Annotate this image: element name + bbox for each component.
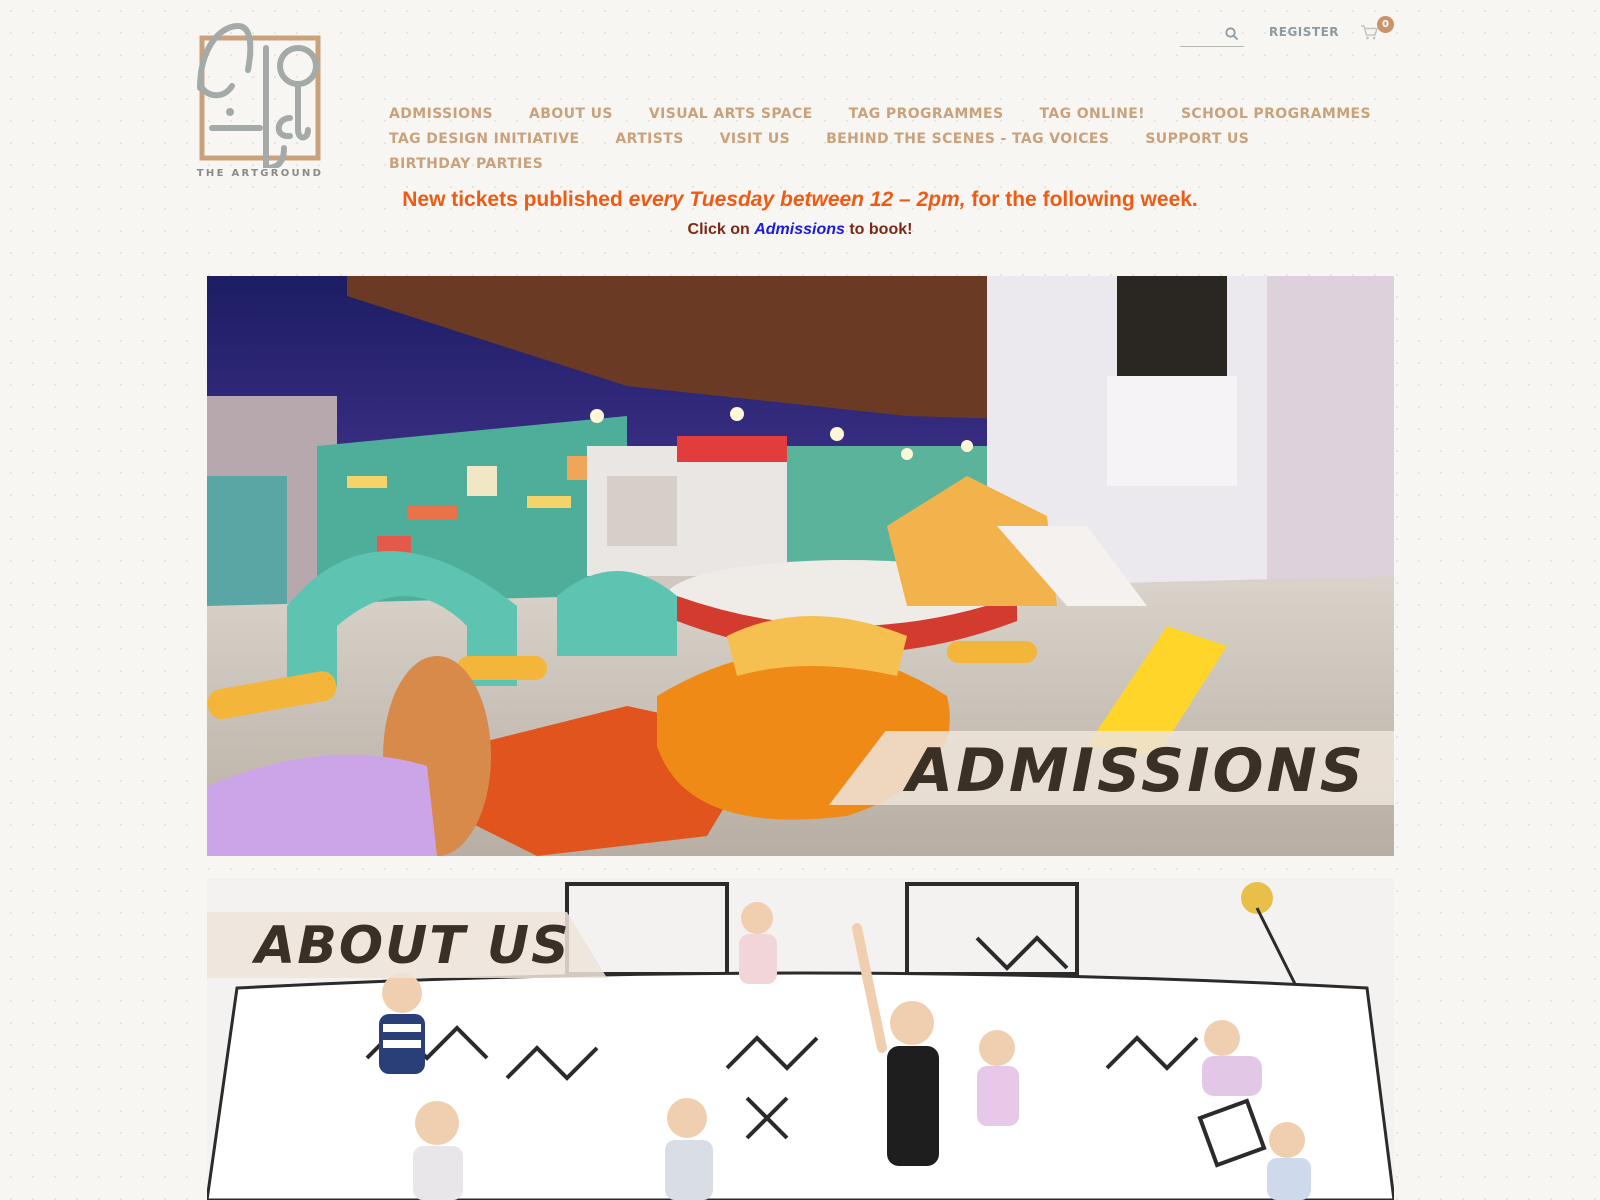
- cart-icon: [1361, 25, 1378, 40]
- main-nav: ADMISSIONS ABOUT US VISUAL ARTS SPACE TA…: [389, 101, 1389, 176]
- nav-item-tag-design-initiative[interactable]: TAG DESIGN INITIATIVE: [389, 131, 579, 147]
- ticket-announcement: New tickets published every Tuesday betw…: [300, 188, 1300, 212]
- nav-item-support-us[interactable]: SUPPORT US: [1145, 131, 1249, 147]
- site-logo[interactable]: THE ARTGROUND: [190, 18, 336, 186]
- nav-row: TAG DESIGN INITIATIVE ARTISTS VISIT US B…: [389, 126, 1389, 151]
- announcement-text: for the following week.: [965, 188, 1198, 211]
- admissions-banner-label: ADMISSIONS: [906, 736, 1366, 806]
- admissions-banner[interactable]: ADMISSIONS: [207, 276, 1394, 856]
- cart-count-badge: 0: [1377, 16, 1394, 33]
- logo-caption: THE ARTGROUND: [196, 168, 324, 179]
- about-us-banner[interactable]: ABOUT US: [207, 878, 1394, 1200]
- search-icon[interactable]: [1225, 27, 1238, 40]
- nav-item-tag-online[interactable]: TAG ONLINE!: [1039, 106, 1144, 122]
- register-link[interactable]: REGISTER: [1269, 25, 1339, 39]
- booking-hint-text: to book!: [844, 221, 913, 238]
- logo-mark-icon: [197, 22, 321, 168]
- nav-item-birthday-parties[interactable]: BIRTHDAY PARTIES: [389, 156, 543, 172]
- nav-item-artists[interactable]: ARTISTS: [615, 131, 683, 147]
- about-us-banner-label: ABOUT US: [255, 916, 571, 976]
- nav-item-behind-the-scenes[interactable]: BEHIND THE SCENES - TAG VOICES: [826, 131, 1109, 147]
- nav-item-visit-us[interactable]: VISIT US: [720, 131, 790, 147]
- nav-item-tag-programmes[interactable]: TAG PROGRAMMES: [849, 106, 1004, 122]
- cart-button[interactable]: 0: [1360, 16, 1396, 44]
- booking-hint: Click on Admissions to book!: [300, 221, 1300, 239]
- search-input[interactable]: [1180, 20, 1224, 46]
- admissions-link[interactable]: Admissions: [754, 221, 845, 238]
- booking-hint-text: Click on: [687, 221, 755, 238]
- nav-row: BIRTHDAY PARTIES: [389, 151, 1389, 176]
- announcement-text: New tickets published: [402, 188, 629, 211]
- nav-item-about-us[interactable]: ABOUT US: [529, 106, 613, 122]
- nav-row: ADMISSIONS ABOUT US VISUAL ARTS SPACE TA…: [389, 101, 1389, 126]
- nav-item-school-programmes[interactable]: SCHOOL PROGRAMMES: [1181, 106, 1371, 122]
- nav-item-admissions[interactable]: ADMISSIONS: [389, 106, 493, 122]
- nav-item-visual-arts-space[interactable]: VISUAL ARTS SPACE: [649, 106, 813, 122]
- announcement-emphasis: every Tuesday between 12 – 2pm,: [628, 188, 966, 211]
- search-box[interactable]: [1180, 20, 1244, 47]
